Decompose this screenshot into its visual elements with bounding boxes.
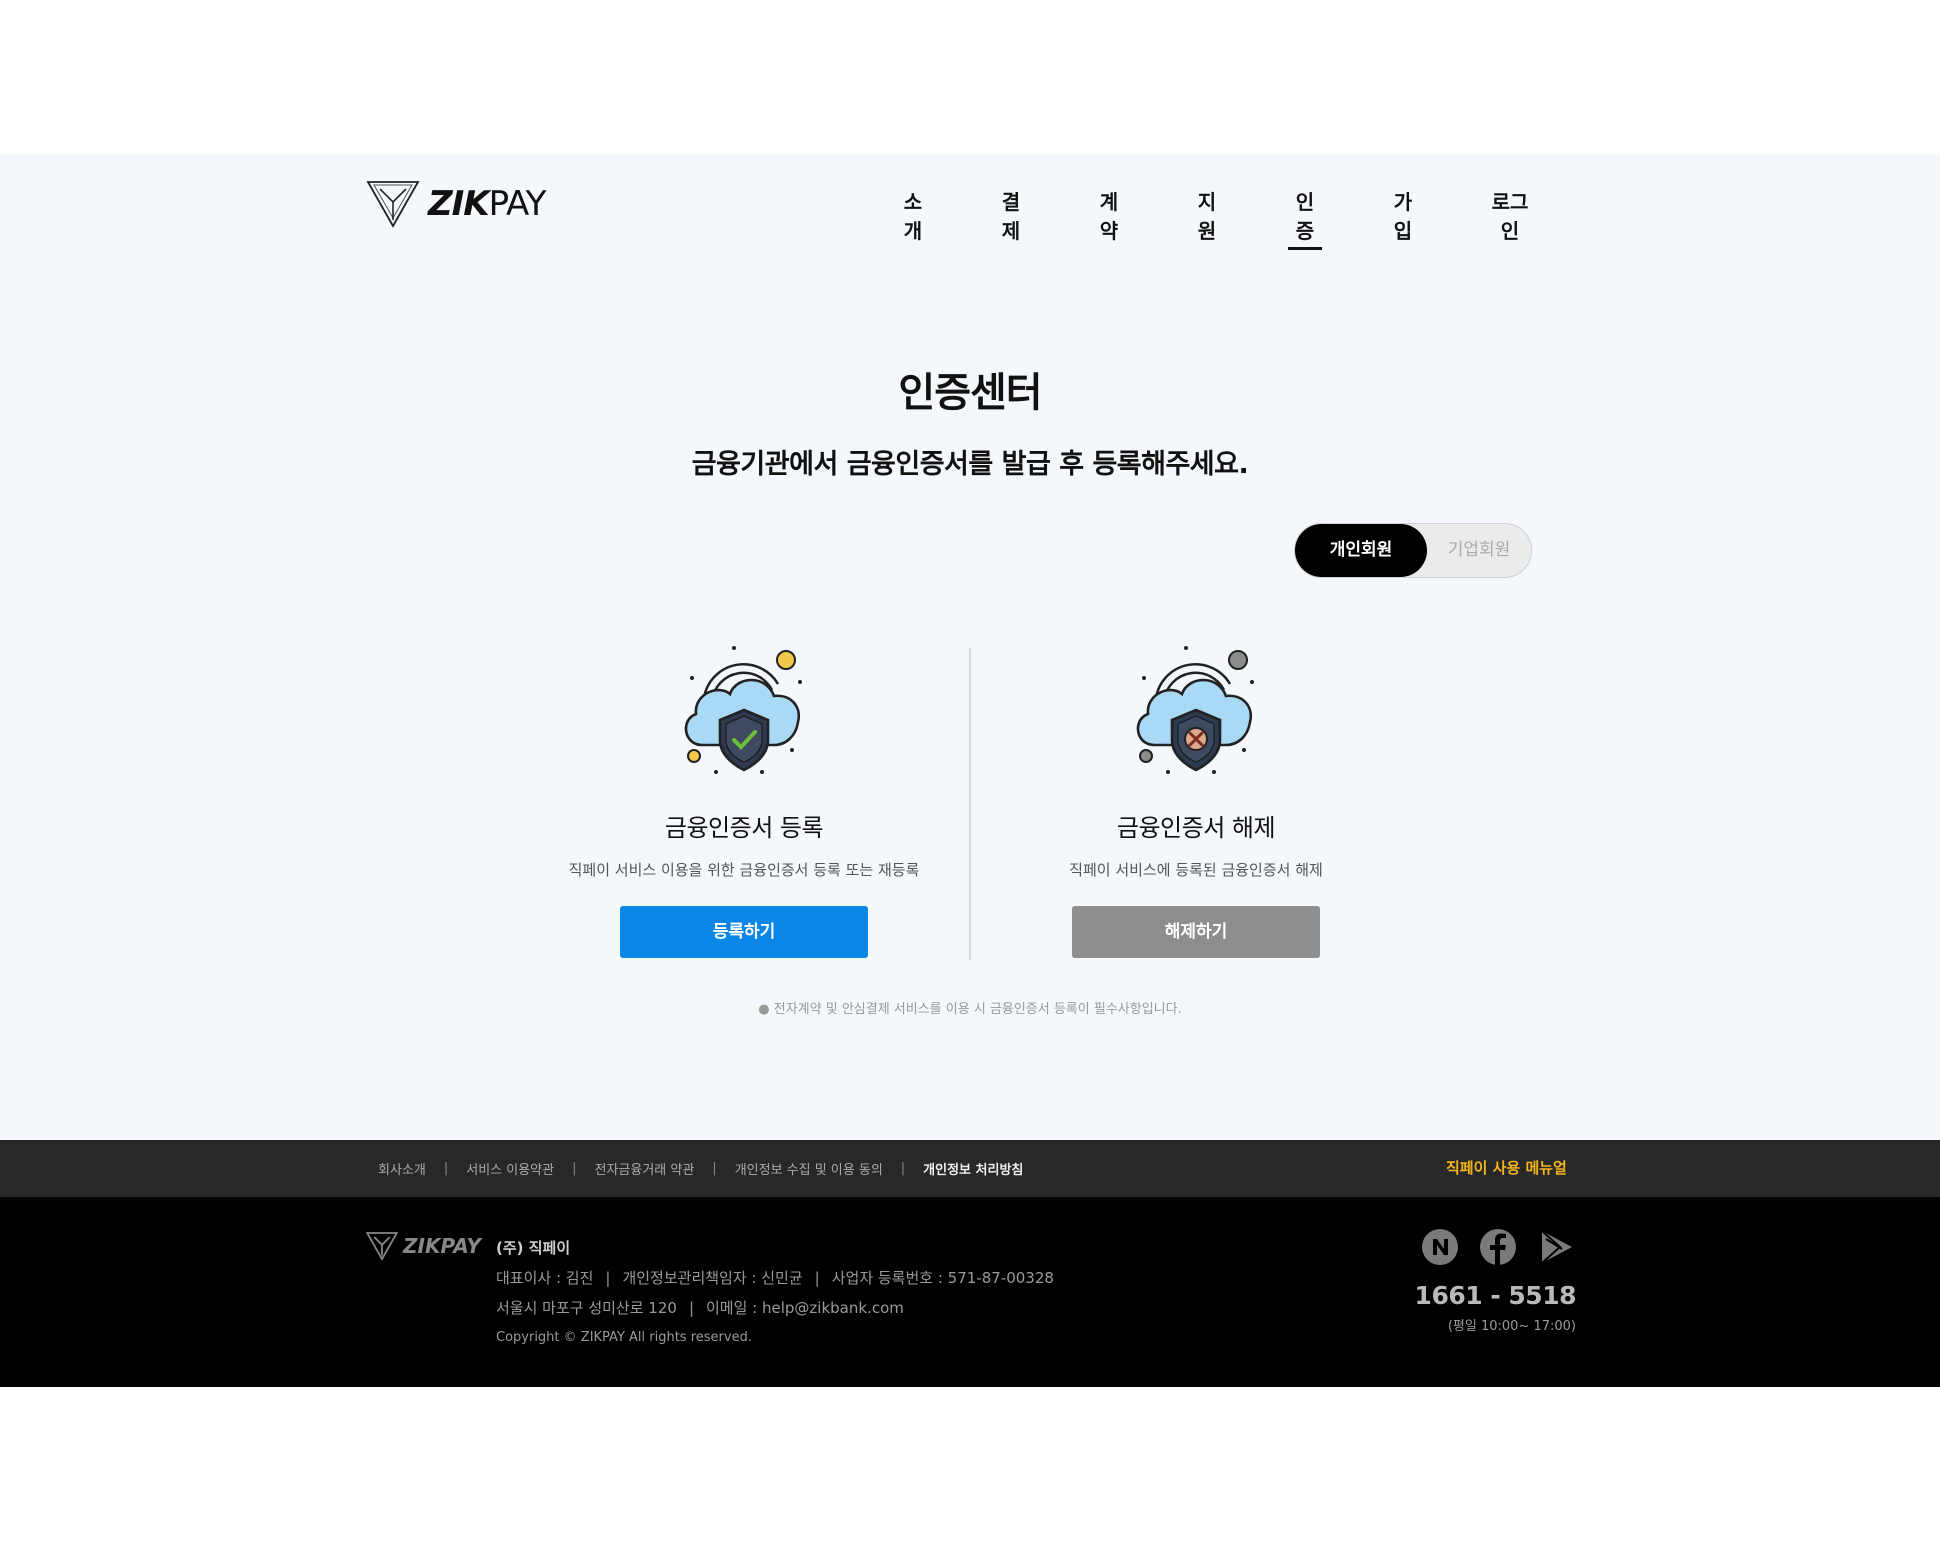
footer-link-company[interactable]: 회사소개 (378, 1159, 426, 1178)
company-details: 대표이사 : 김진 | 개인정보관리책임자 : 신민균 | 사업자 등록번호 : 571… (496, 1269, 1054, 1287)
member-type-toggle: 개인회원 기업회원 (1294, 523, 1532, 578)
footer-link-terms[interactable]: 서비스 이용약관 (466, 1159, 554, 1178)
user-manual-link[interactable]: 직페이 사용 메뉴얼 (1446, 1140, 1567, 1197)
cloud-shield-check-icon (684, 646, 802, 774)
nav-item-payment[interactable]: 결제 (994, 186, 1028, 250)
facebook-icon[interactable] (1478, 1227, 1518, 1267)
footer-link-separator: | (712, 1161, 717, 1176)
register-card: 금융인증서 등록 직페이 서비스 이용을 위한 금융인증서 등록 또는 재등록 … (534, 640, 954, 958)
nav-item-contract[interactable]: 계약 (1092, 186, 1126, 250)
nav-item-signup[interactable]: 가입 (1386, 186, 1420, 250)
footer-links-bar: 회사소개 | 서비스 이용약관 | 전자금융거래 약관 | 개인정보 수집 및 … (0, 1140, 1940, 1197)
nav-item-certification[interactable]: 인증 (1288, 186, 1322, 250)
copyright: Copyright © ZIKPAY All rights reserved. (496, 1330, 752, 1345)
footer-link-privacy-consent[interactable]: 개인정보 수집 및 이용 동의 (735, 1159, 883, 1178)
zikpay-logo-icon (366, 1232, 398, 1261)
page-subtitle: 금융기관에서 금융인증서를 발급 후 등록해주세요. (691, 449, 1249, 480)
unregister-card: 금융인증서 해제 직페이 서비스에 등록된 금융인증서 해제 해제하기 (986, 640, 1406, 958)
footer-links: 회사소개 | 서비스 이용약관 | 전자금융거래 약관 | 개인정보 수집 및 … (378, 1140, 1023, 1197)
naver-icon[interactable] (1420, 1227, 1460, 1267)
google-play-icon[interactable] (1536, 1227, 1576, 1267)
toggle-individual[interactable]: 개인회원 (1295, 524, 1427, 577)
address: 서울시 마포구 성미산로 120 (496, 1299, 677, 1317)
company-info: (주) 직페이 대표이사 : 김진 | 개인정보관리책임자 : 신민균 | 사업자 등록… (496, 1233, 1054, 1353)
email: 이메일 : help@zikbank.com (706, 1299, 904, 1317)
page: ZIKPAY 소개 결제 계약 지원 인증 가입 로그인 인증센터 금융기관에서… (0, 0, 1940, 1542)
page-title: 인증센터 (898, 370, 1042, 416)
company-name: (주) 직페이 (496, 1239, 571, 1257)
unregister-title: 금융인증서 해제 (1116, 814, 1276, 842)
main-nav: 소개 결제 계약 지원 인증 가입 로그인 (896, 186, 1536, 250)
footer-brand-name: ZIKPAY (403, 1234, 481, 1258)
footer-link-separator: | (572, 1161, 577, 1176)
nav-item-intro[interactable]: 소개 (896, 186, 930, 250)
brand-logo[interactable]: ZIKPAY (366, 180, 546, 228)
register-title: 금융인증서 등록 (664, 814, 824, 842)
unregister-button[interactable]: 해제하기 (1072, 906, 1320, 958)
nav-item-support[interactable]: 지원 (1190, 186, 1224, 250)
privacy-officer: 개인정보관리책임자 : 신민균 (622, 1269, 803, 1287)
footer-link-separator: | (443, 1161, 449, 1176)
cloud-shield-x-icon (1136, 646, 1254, 774)
zikpay-logo-icon (366, 181, 420, 228)
footer: ZIKPAY (주) 직페이 대표이사 : 김진 | 개인정보관리책임자 : 신민균… (0, 1197, 1940, 1387)
social-links (1420, 1227, 1576, 1267)
footer-link-separator: | (900, 1161, 906, 1176)
phone-number: 1661 - 5518 (1414, 1281, 1577, 1310)
footer-link-privacy-policy[interactable]: 개인정보 처리방침 (923, 1159, 1023, 1178)
footer-logo: ZIKPAY (366, 1231, 481, 1261)
certificate-notice: ● 전자계약 및 안심결제 서비스를 이용 시 금융인증서 등록이 필수사항입니… (758, 1002, 1182, 1017)
ceo: 대표이사 : 김진 (496, 1269, 594, 1287)
nav-item-login[interactable]: 로그인 (1484, 186, 1536, 250)
footer-link-efinance-terms[interactable]: 전자금융거래 약관 (594, 1159, 694, 1178)
business-number: 사업자 등록번호 : 571-87-00328 (831, 1269, 1054, 1287)
unregister-description: 직페이 서비스에 등록된 금융인증서 해제 (1069, 861, 1323, 879)
toggle-corporate[interactable]: 기업회원 (1427, 524, 1531, 577)
card-divider (969, 648, 971, 960)
company-contact: 서울시 마포구 성미산로 120 | 이메일 : help@zikbank.com (496, 1299, 904, 1317)
register-button[interactable]: 등록하기 (620, 906, 868, 958)
business-hours: (평일 10:00~ 17:00) (1447, 1319, 1576, 1334)
register-description: 직페이 서비스 이용을 위한 금융인증서 등록 또는 재등록 (568, 861, 920, 879)
brand-name: ZIKPAY (428, 184, 546, 224)
